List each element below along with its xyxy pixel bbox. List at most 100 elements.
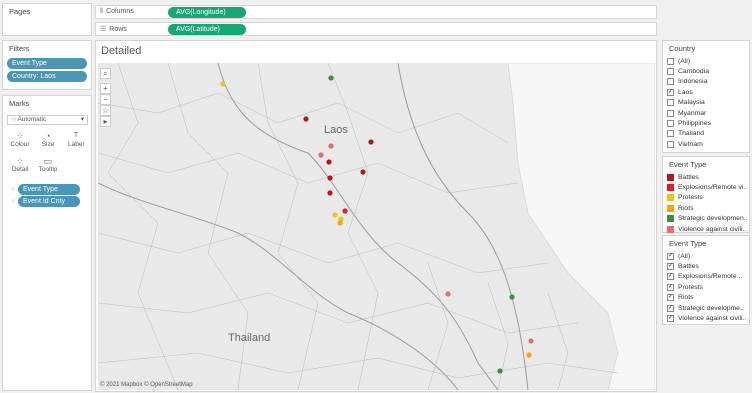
event-point[interactable] xyxy=(445,291,451,297)
pages-panel: Pages xyxy=(2,3,92,36)
checkbox[interactable] xyxy=(667,140,674,148)
country-filter-item[interactable]: Indonesia xyxy=(663,77,749,87)
event-filter-item[interactable]: ✓ Riots xyxy=(663,293,749,303)
filter-pill-event-type[interactable]: Event Type xyxy=(7,58,87,69)
country-filter-item[interactable]: Cambodia xyxy=(663,66,749,76)
size-icon: ◔ xyxy=(45,131,51,141)
zoom-in-button[interactable]: + xyxy=(100,83,111,94)
country-filter-item-label: Indonesia xyxy=(678,78,708,86)
event-point[interactable] xyxy=(328,75,334,81)
event-point[interactable] xyxy=(327,175,333,181)
legend-item[interactable]: Protests xyxy=(663,193,749,203)
event-filter-item-label: Explosions/Remote .. xyxy=(678,273,743,281)
country-filter-item-label: Laos xyxy=(678,88,693,96)
zoom-out-button[interactable]: − xyxy=(100,94,111,105)
label-label: Label xyxy=(68,141,84,148)
country-filter-item[interactable]: (All) xyxy=(663,56,749,66)
checkbox[interactable]: ✓ xyxy=(667,304,674,312)
country-filter-item[interactable]: Malaysia xyxy=(663,98,749,108)
tooltip-label: Tooltip xyxy=(38,166,58,173)
event-point[interactable] xyxy=(326,159,332,165)
event-point[interactable] xyxy=(526,352,532,358)
event-filter-item[interactable]: ✓ (All) xyxy=(663,251,749,261)
event-filter-item-label: (All) xyxy=(678,252,691,260)
event-filter-item[interactable]: ✓ Explosions/Remote .. xyxy=(663,272,749,282)
checkbox[interactable] xyxy=(667,120,674,128)
event-point[interactable] xyxy=(342,208,348,214)
event-legend-list: Battles Explosions/Remote vi.. Protests Rio… xyxy=(663,172,749,234)
legend-swatch xyxy=(667,184,674,192)
event-point[interactable] xyxy=(509,294,515,300)
legend-item-label: Violence against civili.. xyxy=(678,225,747,233)
marks-field-event-type[interactable]: ⁘ Event Type xyxy=(8,184,80,195)
checkbox[interactable] xyxy=(667,99,674,107)
tooltip-button[interactable]: ▭ Tooltip xyxy=(37,156,59,173)
event-point[interactable] xyxy=(220,81,226,87)
country-filter-title: Country xyxy=(669,44,696,53)
columns-shelf[interactable]: ⦀ Columns AVG(Longitude) xyxy=(95,5,657,19)
marks-field-event-id[interactable]: ⁘ Event Id Cnty xyxy=(8,196,80,207)
event-point[interactable] xyxy=(328,143,334,149)
legend-item[interactable]: Explosions/Remote vi.. xyxy=(663,182,749,192)
event-filter-item[interactable]: ✓ Protests xyxy=(663,282,749,292)
filter-pill-country[interactable]: Country: Laos xyxy=(7,71,87,82)
rows-pill[interactable]: AVG(Latitude) xyxy=(168,24,246,35)
legend-swatch xyxy=(667,215,674,223)
legend-item[interactable]: Battles xyxy=(663,172,749,182)
size-button[interactable]: ◔ Size xyxy=(37,131,59,148)
event-point[interactable] xyxy=(332,212,338,218)
event-point[interactable] xyxy=(303,116,309,122)
chevron-down-icon: ▾ xyxy=(80,116,84,123)
event-legend-title: Event Type xyxy=(669,160,707,169)
pin-button[interactable]: ☆ xyxy=(100,105,111,116)
expand-toolbar-button[interactable]: ▸ xyxy=(100,116,111,127)
pages-title: Pages xyxy=(9,7,31,16)
event-point[interactable] xyxy=(528,338,534,344)
checkbox[interactable]: ✓ xyxy=(667,315,674,323)
checkbox[interactable] xyxy=(667,57,674,65)
event-point[interactable] xyxy=(318,152,324,158)
checkbox[interactable]: ✓ xyxy=(667,252,674,260)
checkbox[interactable] xyxy=(667,68,674,76)
event-point[interactable] xyxy=(360,169,366,175)
country-filter-list: (All) Cambodia Indonesia ✓ Laos Malaysia Myanm… xyxy=(663,56,749,150)
event-filter-title: Event Type xyxy=(669,239,707,248)
event-filter-item[interactable]: ✓ Violence against civili.. xyxy=(663,313,749,323)
minus-icon: − xyxy=(103,95,108,104)
event-point[interactable] xyxy=(337,220,343,226)
legend-item[interactable]: Strategic developmen.. xyxy=(663,214,749,224)
event-filter-item[interactable]: ✓ Strategic developme.. xyxy=(663,303,749,313)
map-canvas[interactable]: Laos Thailand ⌕ + − ☆ ▸ © 2021 Mapbox © … xyxy=(98,63,655,390)
legend-swatch xyxy=(667,204,674,212)
rows-shelf[interactable]: ☰ Rows AVG(Latitude) xyxy=(95,22,657,36)
columns-shelf-label: ⦀ Columns xyxy=(100,8,134,16)
columns-pill[interactable]: AVG(Longitude) xyxy=(168,7,246,18)
event-point[interactable] xyxy=(497,368,503,374)
search-button[interactable]: ⌕ xyxy=(100,68,111,79)
event-filter-list: ✓ (All) ✓ Battles ✓ Explosions/Remote .. ✓ Prot… xyxy=(663,251,749,324)
country-filter-item[interactable]: ✓ Laos xyxy=(663,87,749,97)
country-filter-item[interactable]: Myanmar xyxy=(663,108,749,118)
legend-item[interactable]: Violence against civili.. xyxy=(663,224,749,234)
country-filter-item[interactable]: Vietnam xyxy=(663,139,749,149)
checkbox[interactable]: ✓ xyxy=(667,283,674,291)
checkbox[interactable]: ✓ xyxy=(667,273,674,281)
checkbox[interactable]: ✓ xyxy=(667,294,674,302)
country-filter-item[interactable]: Thailand xyxy=(663,129,749,139)
colour-button[interactable]: ⁘ Colour xyxy=(9,131,31,148)
event-point[interactable] xyxy=(327,190,333,196)
checkbox[interactable]: ✓ xyxy=(667,263,674,271)
event-filter-item-label: Strategic developme.. xyxy=(678,304,744,312)
mark-type-dropdown[interactable]: ○ Automatic ▾ xyxy=(7,115,88,125)
checkbox[interactable]: ✓ xyxy=(667,88,674,96)
checkbox[interactable] xyxy=(667,109,674,117)
event-point[interactable] xyxy=(368,139,374,145)
pin-icon: ☆ xyxy=(101,106,110,115)
legend-item[interactable]: Riots xyxy=(663,203,749,213)
event-filter-item[interactable]: ✓ Battles xyxy=(663,261,749,271)
label-button[interactable]: T Label xyxy=(65,131,87,148)
country-filter-item[interactable]: Philippines xyxy=(663,118,749,128)
checkbox[interactable] xyxy=(667,130,674,138)
detail-button[interactable]: ⁘ Detail xyxy=(9,156,31,173)
checkbox[interactable] xyxy=(667,78,674,86)
